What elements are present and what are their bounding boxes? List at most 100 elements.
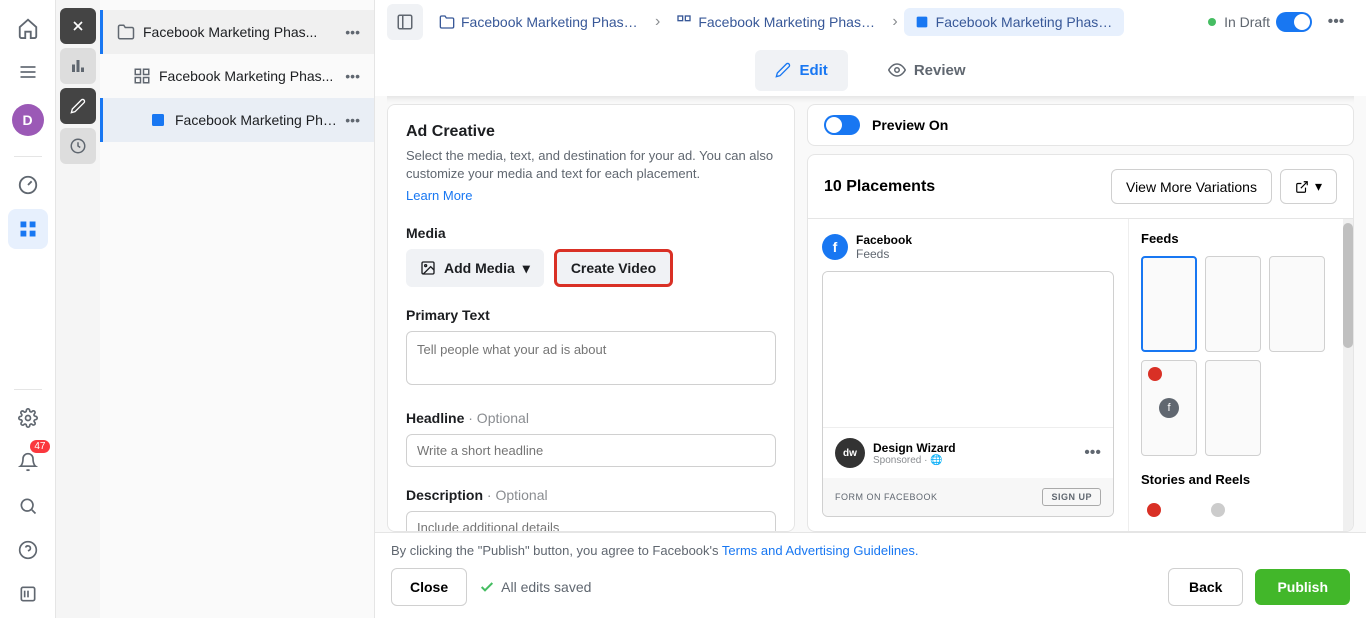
clock-icon[interactable] <box>60 128 96 164</box>
panel-toggle-icon[interactable] <box>387 4 423 40</box>
breadcrumb-ad[interactable]: Facebook Marketing Phase ... <box>904 8 1124 36</box>
description-input[interactable] <box>406 511 776 532</box>
terms-link[interactable]: Terms and Advertising Guidelines. <box>722 543 919 558</box>
adset-icon: <;"/ŕect x="14" y="14" width="7" height=… <box>676 14 692 30</box>
breadcrumb-adset[interactable]: <;"/ŕect x="14" y="14" width="7" height=… <box>666 8 886 36</box>
tab-review[interactable]: Review <box>868 49 986 91</box>
add-media-button[interactable]: Add Media ▾ <box>406 249 544 287</box>
expand-button[interactable]: ▾ <box>1280 169 1337 204</box>
error-icon <box>1147 503 1161 517</box>
status-text: In Draft <box>1224 14 1270 30</box>
preview-toggle-bar: Preview On <box>807 104 1354 146</box>
chevron-down-icon: ▾ <box>523 260 530 277</box>
ad-creative-card: Ad Creative Select the media, text, and … <box>387 104 795 532</box>
surface-name: Feeds <box>856 247 912 261</box>
placement-thumb[interactable] <box>1205 497 1261 517</box>
icon <box>1211 503 1225 517</box>
preview-label: Preview On <box>872 117 948 133</box>
menu-icon[interactable] <box>8 52 48 92</box>
placement-thumb[interactable] <box>1141 256 1197 352</box>
scrollbar[interactable] <box>1343 219 1353 531</box>
tab-label: Edit <box>799 62 827 79</box>
placement-thumb[interactable] <box>1205 360 1261 456</box>
tab-edit[interactable]: Edit <box>755 50 847 91</box>
external-link-icon <box>1295 180 1309 194</box>
chart-bar-icon[interactable] <box>60 48 96 84</box>
avatar[interactable]: D <box>12 104 44 136</box>
description-label: Description · Optional <box>406 487 776 503</box>
media-label: Media <box>406 225 776 241</box>
breadcrumb-campaign[interactable]: Facebook Marketing Phase ... <box>429 8 649 36</box>
tree-item-campaign[interactable]: Facebook Marketing Phas... ••• <box>100 10 374 54</box>
chevron-right-icon: › <box>892 13 897 31</box>
more-icon[interactable]: ••• <box>341 108 364 132</box>
image-icon <box>420 260 436 276</box>
view-more-button[interactable]: View More Variations <box>1111 169 1272 204</box>
tree-item-label: Facebook Marketing Phas... <box>159 68 341 84</box>
more-icon[interactable]: ••• <box>1318 4 1354 40</box>
publish-button[interactable]: Publish <box>1255 569 1350 605</box>
tree-item-ad[interactable]: Facebook Marketing Pha... ••• <box>100 98 374 142</box>
folder-icon <box>439 14 455 30</box>
close-icon[interactable] <box>60 8 96 44</box>
active-toggle[interactable] <box>1276 12 1312 32</box>
create-video-button[interactable]: Create Video <box>554 249 673 287</box>
pencil-icon <box>775 62 791 78</box>
ad-icon <box>149 111 167 129</box>
section-description: Select the media, text, and destination … <box>406 147 776 183</box>
section-title: Ad Creative <box>406 123 776 141</box>
advertiser-name: Design Wizard <box>873 441 1076 455</box>
placements-title: 10 Placements <box>824 178 935 196</box>
adset-icon <box>133 67 151 85</box>
bell-icon[interactable] <box>8 442 48 482</box>
check-icon <box>479 579 495 595</box>
gear-icon[interactable] <box>8 398 48 438</box>
placement-thumb[interactable]: f <box>1141 360 1197 456</box>
home-icon[interactable] <box>8 8 48 48</box>
signup-button[interactable]: SIGN UP <box>1042 488 1101 506</box>
pencil-icon[interactable] <box>60 88 96 124</box>
thumb-section-feeds: Feeds <box>1141 231 1331 246</box>
more-icon[interactable]: ••• <box>1084 444 1101 462</box>
ad-preview-mock: dw Design Wizard Sponsored · 🌐 ••• FORM … <box>822 271 1114 517</box>
sponsored-label: Sponsored · 🌐 <box>873 455 1076 466</box>
tree-item-adset[interactable]: Facebook Marketing Phas... ••• <box>100 54 374 98</box>
headline-input[interactable] <box>406 434 776 467</box>
thumb-section-stories: Stories and Reels <box>1141 472 1331 487</box>
learn-more-link[interactable]: Learn More <box>406 188 472 203</box>
status-dot-icon <box>1208 18 1216 26</box>
eye-icon <box>888 61 906 79</box>
chevron-down-icon: ▾ <box>1315 178 1322 195</box>
placement-thumb[interactable] <box>1269 256 1325 352</box>
placement-thumb[interactable] <box>1141 497 1197 517</box>
more-icon[interactable]: ••• <box>341 64 364 88</box>
breadcrumb-label: Facebook Marketing Phase ... <box>698 14 876 30</box>
form-text: FORM ON FACEBOOK <box>835 492 938 502</box>
preview-toggle[interactable] <box>824 115 860 135</box>
breadcrumb-label: Facebook Marketing Phase ... <box>936 14 1114 30</box>
button-label: Add Media <box>444 260 515 276</box>
tab-label: Review <box>914 62 966 79</box>
grid-icon[interactable] <box>8 209 48 249</box>
primary-text-input[interactable] <box>406 331 776 385</box>
save-status: All edits saved <box>479 579 591 595</box>
tree-item-label: Facebook Marketing Phas... <box>143 24 341 40</box>
ad-icon <box>914 14 930 30</box>
error-icon <box>1148 367 1162 381</box>
facebook-icon: f <box>822 234 848 260</box>
report-icon[interactable] <box>8 574 48 614</box>
close-button[interactable]: Close <box>391 568 467 606</box>
more-icon[interactable]: ••• <box>341 20 364 44</box>
headline-label: Headline · Optional <box>406 410 776 426</box>
tree-item-label: Facebook Marketing Pha... <box>175 112 341 128</box>
help-icon[interactable] <box>8 530 48 570</box>
breadcrumb-label: Facebook Marketing Phase ... <box>461 14 639 30</box>
footer-disclaimer: By clicking the "Publish" button, you ag… <box>391 543 1350 558</box>
placement-thumb[interactable] <box>1205 256 1261 352</box>
facebook-icon: f <box>1159 398 1179 418</box>
gauge-icon[interactable] <box>8 165 48 205</box>
search-icon[interactable] <box>8 486 48 526</box>
advertiser-avatar: dw <box>835 438 865 468</box>
back-button[interactable]: Back <box>1168 568 1243 606</box>
primary-text-label: Primary Text <box>406 307 776 323</box>
